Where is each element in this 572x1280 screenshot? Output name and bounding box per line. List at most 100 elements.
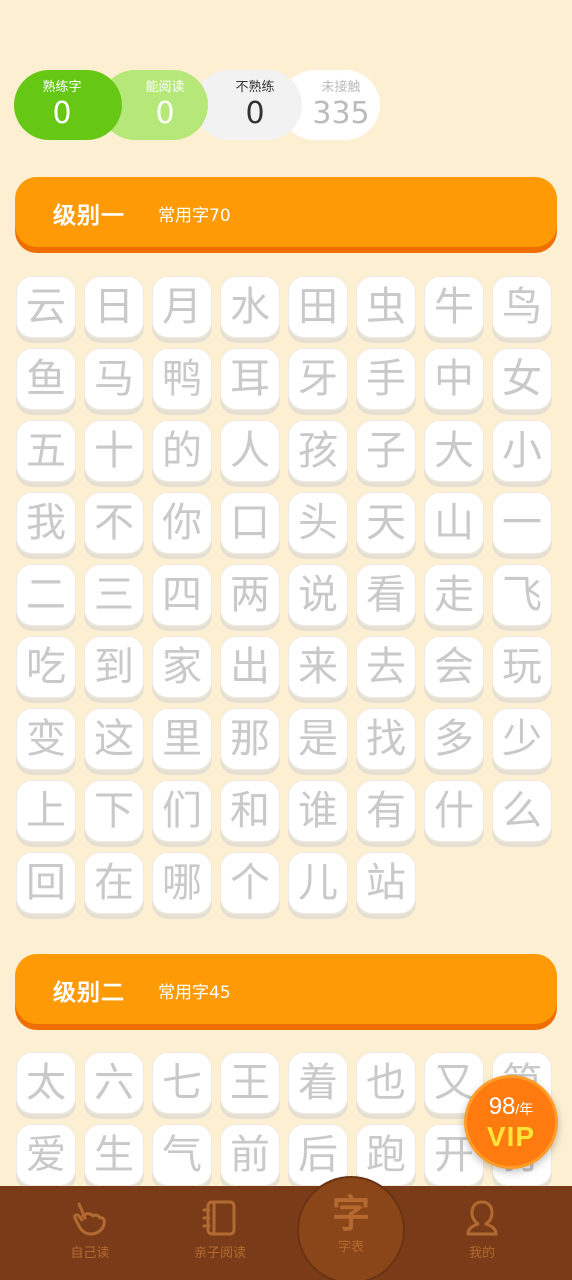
char-tile[interactable]: 三 (84, 564, 144, 626)
char-tile[interactable]: 山 (424, 492, 484, 554)
char-tile[interactable]: 一 (492, 492, 552, 554)
char-tile[interactable]: 儿 (288, 852, 348, 914)
char-tile[interactable]: 玩 (492, 636, 552, 698)
char-tile[interactable]: 谁 (288, 780, 348, 842)
stat-label: 不熟练 (235, 80, 275, 95)
char-tile[interactable]: 在 (84, 852, 144, 914)
char-tile[interactable]: 后 (288, 1124, 348, 1186)
char-tile[interactable]: 飞 (492, 564, 552, 626)
char-tile[interactable]: 跑 (356, 1124, 416, 1186)
char-tile[interactable]: 什 (424, 780, 484, 842)
char-tile[interactable]: 有 (356, 780, 416, 842)
char-tile[interactable]: 天 (356, 492, 416, 554)
char-tile[interactable]: 回 (16, 852, 76, 914)
char-tile[interactable]: 到 (84, 636, 144, 698)
char-tile[interactable]: 说 (288, 564, 348, 626)
level-1-header[interactable]: 级别一 常用字70 (15, 177, 557, 247)
char-tile[interactable]: 牙 (288, 348, 348, 410)
char-tile[interactable]: 你 (152, 492, 212, 554)
char-tile[interactable]: 和 (220, 780, 280, 842)
stat-label: 未接触 (321, 80, 361, 95)
char-tile[interactable]: 个 (220, 852, 280, 914)
char-tile[interactable]: 六 (84, 1052, 144, 1114)
char-tile[interactable]: 牛 (424, 276, 484, 338)
char-tile[interactable]: 上 (16, 780, 76, 842)
char-tile[interactable]: 那 (220, 708, 280, 770)
char-tile[interactable]: 月 (152, 276, 212, 338)
char-tile[interactable]: 是 (288, 708, 348, 770)
char-tile[interactable]: 家 (152, 636, 212, 698)
char-tile[interactable]: 鸭 (152, 348, 212, 410)
char-tile[interactable]: 口 (220, 492, 280, 554)
char-tile[interactable]: 哪 (152, 852, 212, 914)
char-tile[interactable]: 吃 (16, 636, 76, 698)
char-tile[interactable]: 们 (152, 780, 212, 842)
tab-self-read[interactable]: 自己读 (40, 1198, 140, 1261)
char-tile[interactable]: 少 (492, 708, 552, 770)
char-tile[interactable]: 日 (84, 276, 144, 338)
tab-character-list[interactable]: 字 字表 (299, 1178, 403, 1280)
level-1-char-grid: 云日月水田虫牛鸟鱼马鸭耳牙手中女五十的人孩子大小我不你口头天山一二三四两说看走飞… (16, 276, 560, 914)
char-tile[interactable]: 大 (424, 420, 484, 482)
stats-bar: 熟练字 0 能阅读 0 不熟练 0 未接触 335 (14, 70, 384, 140)
char-tile[interactable]: 四 (152, 564, 212, 626)
char-tile[interactable]: 手 (356, 348, 416, 410)
char-tile[interactable]: 也 (356, 1052, 416, 1114)
char-tile[interactable]: 孩 (288, 420, 348, 482)
char-tile[interactable]: 气 (152, 1124, 212, 1186)
char-tile[interactable]: 马 (84, 348, 144, 410)
char-tile[interactable]: 着 (288, 1052, 348, 1114)
char-tile[interactable]: 水 (220, 276, 280, 338)
char-tile[interactable]: 爱 (16, 1124, 76, 1186)
tab-parent-reading[interactable]: 亲子阅读 (170, 1198, 270, 1261)
char-tile[interactable]: 来 (288, 636, 348, 698)
char-tile[interactable]: 的 (152, 420, 212, 482)
vip-badge[interactable]: 98/年 VIP (464, 1075, 558, 1169)
char-tile[interactable]: 十 (84, 420, 144, 482)
char-tile[interactable]: 中 (424, 348, 484, 410)
char-tile[interactable]: 鸟 (492, 276, 552, 338)
char-tile[interactable]: 变 (16, 708, 76, 770)
char-tile[interactable]: 找 (356, 708, 416, 770)
tab-mine[interactable]: 我的 (432, 1198, 532, 1261)
char-tile[interactable]: 会 (424, 636, 484, 698)
char-tile[interactable]: 王 (220, 1052, 280, 1114)
level-2-header[interactable]: 级别二 常用字45 (15, 954, 557, 1024)
char-tile[interactable]: 下 (84, 780, 144, 842)
stat-unfamiliar[interactable]: 不熟练 0 (194, 70, 302, 140)
stat-mastered[interactable]: 熟练字 0 (14, 70, 122, 140)
char-tile[interactable]: 前 (220, 1124, 280, 1186)
char-tile[interactable]: 太 (16, 1052, 76, 1114)
char-tile[interactable]: 两 (220, 564, 280, 626)
char-tile[interactable]: 这 (84, 708, 144, 770)
stat-value: 0 (52, 96, 72, 131)
char-tile[interactable]: 七 (152, 1052, 212, 1114)
char-tile[interactable]: 我 (16, 492, 76, 554)
char-tile[interactable]: 站 (356, 852, 416, 914)
book-icon (170, 1198, 270, 1240)
char-tile[interactable]: 二 (16, 564, 76, 626)
char-tile[interactable]: 生 (84, 1124, 144, 1186)
char-tile[interactable]: 鱼 (16, 348, 76, 410)
char-tile[interactable]: 么 (492, 780, 552, 842)
char-tile[interactable]: 不 (84, 492, 144, 554)
char-tile[interactable]: 子 (356, 420, 416, 482)
char-tile[interactable]: 女 (492, 348, 552, 410)
char-tile[interactable]: 云 (16, 276, 76, 338)
char-tile[interactable]: 头 (288, 492, 348, 554)
char-tile[interactable]: 耳 (220, 348, 280, 410)
char-tile[interactable]: 多 (424, 708, 484, 770)
char-tile[interactable]: 里 (152, 708, 212, 770)
char-tile[interactable]: 看 (356, 564, 416, 626)
char-tile[interactable]: 五 (16, 420, 76, 482)
char-tile[interactable]: 去 (356, 636, 416, 698)
char-tile[interactable]: 田 (288, 276, 348, 338)
stat-label: 能阅读 (145, 80, 185, 95)
char-tile[interactable]: 走 (424, 564, 484, 626)
char-tile[interactable]: 虫 (356, 276, 416, 338)
char-tile[interactable]: 人 (220, 420, 280, 482)
tab-label: 亲子阅读 (193, 1246, 246, 1261)
char-tile[interactable]: 小 (492, 420, 552, 482)
tab-label: 字表 (337, 1240, 364, 1255)
char-tile[interactable]: 出 (220, 636, 280, 698)
